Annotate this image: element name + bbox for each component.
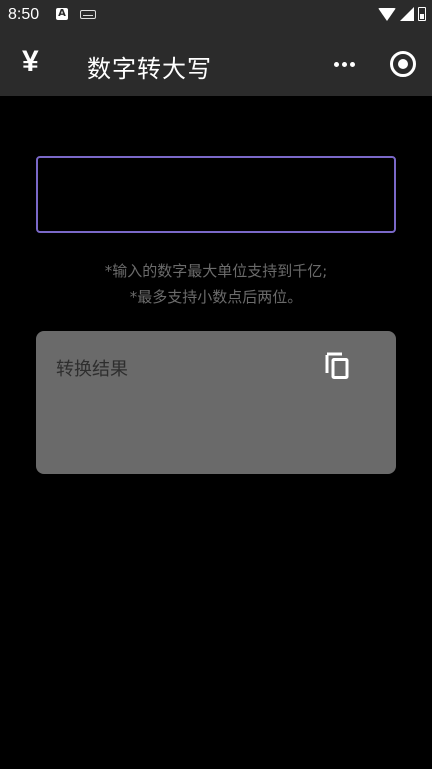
close-miniprogram-icon[interactable] xyxy=(390,51,416,77)
yen-logo-icon: ¥ xyxy=(22,45,39,78)
status-indicators xyxy=(378,7,426,21)
more-options-icon[interactable] xyxy=(334,62,355,67)
hint-decimal-places: *最多支持小数点后两位。 xyxy=(129,288,303,306)
notification-a-icon: A xyxy=(56,8,68,20)
nav-bar: ¥ 数字转大写 xyxy=(0,32,432,96)
page-title: 数字转大写 xyxy=(87,55,212,83)
battery-icon xyxy=(418,7,426,21)
copy-icon[interactable] xyxy=(324,351,352,381)
hint-max-unit: *输入的数字最大单位支持到千亿; xyxy=(104,262,328,280)
number-input[interactable] xyxy=(36,156,396,233)
wifi-icon xyxy=(378,7,396,21)
signal-icon xyxy=(400,7,414,21)
result-card: 转换结果 xyxy=(36,331,396,474)
keyboard-icon xyxy=(80,10,96,19)
status-time: 8:50 xyxy=(8,6,40,23)
status-bar: 8:50 A xyxy=(0,0,432,32)
result-label: 转换结果 xyxy=(56,359,128,380)
